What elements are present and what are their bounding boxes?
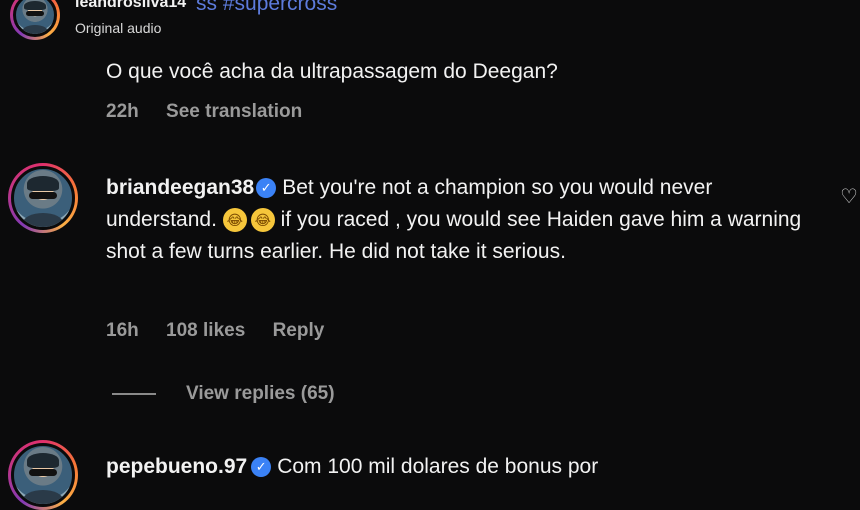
comment-likes[interactable]: 108 likes: [166, 320, 245, 341]
caption-timestamp: 22h: [106, 101, 139, 122]
see-translation-button[interactable]: See translation: [166, 101, 302, 122]
post-caption: O que você acha da ultrapassagem do Deeg…: [106, 60, 558, 83]
commenter-avatar-image: [11, 166, 75, 230]
poster-avatar-image: [13, 0, 57, 37]
poster-username[interactable]: leandrosilva14: [75, 0, 186, 12]
comment-timestamp: 16h: [106, 320, 139, 341]
view-replies-button[interactable]: View replies (65): [112, 383, 335, 405]
comment-body: briandeegan38 ✓ Bet you're not a champion …: [106, 172, 806, 268]
laughing-emoji-icon: 😂: [222, 208, 247, 233]
reply-button[interactable]: Reply: [273, 320, 325, 341]
commenter-avatar[interactable]: [8, 163, 78, 233]
next-commenter-avatar[interactable]: [8, 440, 78, 510]
post-hashtags[interactable]: ss #supercross: [196, 0, 337, 16]
laughing-emoji-icon: 😂: [250, 208, 275, 233]
next-comment: pepebueno.97 ✓ Com 100 mil dolares de bonu…: [106, 455, 598, 479]
next-comment-text: Com 100 mil dolares de bonus por: [277, 455, 599, 478]
comment-username[interactable]: briandeegan38: [106, 176, 254, 199]
original-audio-link[interactable]: Original audio: [75, 20, 161, 36]
replies-divider: [112, 393, 156, 395]
comment-meta: 16h 108 likes Reply: [106, 320, 346, 342]
verified-badge-icon: ✓: [256, 178, 277, 199]
poster-avatar[interactable]: [10, 0, 60, 40]
next-comment-username[interactable]: pepebueno.97: [106, 455, 247, 478]
caption-meta: 22h See translation: [106, 101, 324, 123]
verified-badge-icon: ✓: [251, 457, 272, 478]
view-replies-label: View replies (65): [186, 383, 335, 404]
next-commenter-avatar-image: [11, 443, 75, 507]
heart-icon[interactable]: ♡: [840, 186, 860, 208]
